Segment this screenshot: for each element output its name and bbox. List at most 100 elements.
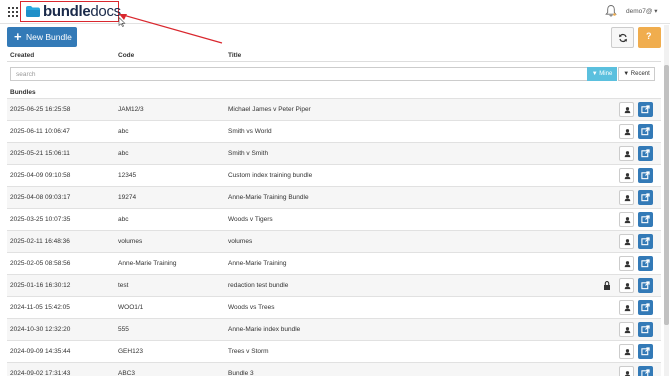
apps-grid-icon[interactable] (8, 7, 18, 17)
bundle-users-button[interactable] (619, 190, 634, 205)
help-button[interactable]: ? (638, 27, 661, 48)
table-row[interactable]: 2025-05-21 15:06:11 abc Smith v Smith (7, 142, 661, 164)
code-cell: 12345 (118, 172, 137, 179)
open-bundle-button[interactable] (638, 190, 653, 205)
code-cell: GEH123 (118, 348, 143, 355)
open-bundle-button[interactable] (638, 300, 653, 315)
table-row[interactable]: 2024-09-09 14:35:44 GEH123 Trees v Storm (7, 340, 661, 362)
recent-filter-button[interactable]: ▼ Recent (618, 67, 655, 81)
bundle-users-button[interactable] (619, 300, 634, 315)
open-bundle-button[interactable] (638, 168, 653, 183)
page-scrollbar[interactable] (664, 25, 669, 376)
table-row[interactable]: 2024-11-05 15:42:05 WOO1/1 Woods vs Trees (7, 296, 661, 318)
open-bundle-button[interactable] (638, 212, 653, 227)
search-input[interactable] (10, 67, 588, 81)
table-row[interactable]: 2025-04-09 09:10:58 12345 Custom index tra… (7, 164, 661, 186)
title-cell[interactable]: Woods vs Trees (228, 304, 274, 311)
title-cell[interactable]: Smith vs World (228, 128, 272, 135)
code-cell: abc (118, 216, 129, 223)
bundledocs-logo[interactable]: bundledocs (20, 1, 121, 22)
created-cell: 2025-03-25 10:07:35 (10, 216, 71, 223)
table-row[interactable]: 2025-06-25 16:25:58 JAM12/3 Michael James … (7, 98, 661, 120)
title-cell[interactable]: redaction test bundle (228, 282, 288, 289)
open-bundle-button[interactable] (638, 366, 653, 376)
table-row[interactable]: 2025-01-16 16:30:12 test redaction test bu… (7, 274, 661, 296)
table-row[interactable]: 2024-09-02 17:31:43 ABC3 Bundle 3 (7, 362, 661, 376)
refresh-icon (619, 33, 627, 43)
created-cell: 2025-02-11 16:48:36 (10, 238, 70, 245)
title-cell[interactable]: Anne-Marie Training Bundle (228, 194, 309, 201)
open-bundle-button[interactable] (638, 344, 653, 359)
refresh-button[interactable] (611, 27, 634, 48)
plus-icon: + (14, 29, 22, 44)
title-cell[interactable]: Custom index training bundle (228, 172, 312, 179)
title-cell[interactable]: Woods v Tigers (228, 216, 273, 223)
title-cell[interactable]: Anne-Marie Training (228, 260, 287, 267)
open-bundle-button[interactable] (638, 146, 653, 161)
mouse-cursor-icon (118, 17, 126, 27)
open-bundle-button[interactable] (638, 124, 653, 139)
bundle-users-button[interactable] (619, 168, 634, 183)
annotation-arrow (119, 14, 223, 44)
created-cell: 2025-06-25 16:25:58 (10, 106, 71, 113)
code-cell: abc (118, 128, 129, 135)
created-cell: 2025-04-08 09:03:17 (10, 194, 71, 201)
column-header-created[interactable]: Created (10, 52, 34, 59)
top-navbar: bundledocs demo7@ ▾ (0, 0, 670, 24)
created-cell: 2024-10-30 12:32:20 (10, 326, 71, 333)
title-cell[interactable]: Trees v Storm (228, 348, 269, 355)
open-bundle-button[interactable] (638, 256, 653, 271)
bell-icon[interactable] (605, 4, 617, 18)
open-bundle-button[interactable] (638, 102, 653, 117)
bundle-users-button[interactable] (619, 278, 634, 293)
open-bundle-button[interactable] (638, 322, 653, 337)
new-bundle-button[interactable]: + New Bundle (7, 27, 77, 47)
created-cell: 2025-05-21 15:06:11 (10, 150, 70, 157)
bundle-users-button[interactable] (619, 234, 634, 249)
bundle-users-button[interactable] (619, 322, 634, 337)
table-row[interactable]: 2025-06-11 10:06:47 abc Smith vs World (7, 120, 661, 142)
table-row[interactable]: 2024-10-30 12:32:20 555 Anne-Marie index b… (7, 318, 661, 340)
created-cell: 2025-04-09 09:10:58 (10, 172, 71, 179)
bundle-users-button[interactable] (619, 102, 634, 117)
bundle-users-button[interactable] (619, 344, 634, 359)
created-cell: 2025-02-05 08:58:56 (10, 260, 71, 267)
code-cell: Anne-Marie Training (118, 260, 177, 267)
bundle-users-button[interactable] (619, 256, 634, 271)
title-cell[interactable]: Michael James v Peter Piper (228, 106, 311, 113)
help-label: ? (646, 31, 652, 41)
created-cell: 2024-11-05 15:42:05 (10, 304, 70, 311)
mine-filter-button[interactable]: ▼ Mine (587, 67, 617, 81)
header-divider (7, 61, 661, 62)
bundle-users-button[interactable] (619, 212, 634, 227)
title-cell[interactable]: Bundle 3 (228, 370, 254, 376)
scrollbar-thumb[interactable] (664, 65, 669, 325)
code-cell: volumes (118, 238, 143, 245)
title-cell[interactable]: Smith v Smith (228, 150, 268, 157)
open-bundle-button[interactable] (638, 278, 653, 293)
table-row[interactable]: 2025-02-05 08:58:56 Anne-Marie Training An… (7, 252, 661, 274)
bundle-users-button[interactable] (619, 124, 634, 139)
created-cell: 2025-06-11 10:06:47 (10, 128, 70, 135)
table-row[interactable]: 2025-02-11 16:48:36 volumes volumes (7, 230, 661, 252)
code-cell: WOO1/1 (118, 304, 144, 311)
table-row[interactable]: 2025-04-08 09:03:17 19274 Anne-Marie Train… (7, 186, 661, 208)
bundle-users-button[interactable] (619, 366, 634, 376)
bundles-table: 2025-06-25 16:25:58 JAM12/3 Michael James … (7, 98, 661, 376)
logo-text: bundledocs (43, 2, 121, 21)
new-bundle-label: New Bundle (26, 32, 72, 42)
folder-logo-icon (26, 6, 40, 17)
created-cell: 2025-01-16 16:30:12 (10, 282, 71, 289)
user-menu[interactable]: demo7@ ▾ (626, 7, 658, 15)
open-bundle-button[interactable] (638, 234, 653, 249)
column-header-code[interactable]: Code (118, 52, 134, 59)
bundle-users-button[interactable] (619, 146, 634, 161)
title-cell[interactable]: Anne-Marie index bundle (228, 326, 300, 333)
created-cell: 2024-09-09 14:35:44 (10, 348, 71, 355)
title-cell[interactable]: volumes (228, 238, 252, 245)
code-cell: test (118, 282, 129, 289)
column-header-title[interactable]: Title (228, 52, 241, 59)
lock-icon (603, 280, 611, 291)
code-cell: ABC3 (118, 370, 135, 376)
table-row[interactable]: 2025-03-25 10:07:35 abc Woods v Tigers (7, 208, 661, 230)
